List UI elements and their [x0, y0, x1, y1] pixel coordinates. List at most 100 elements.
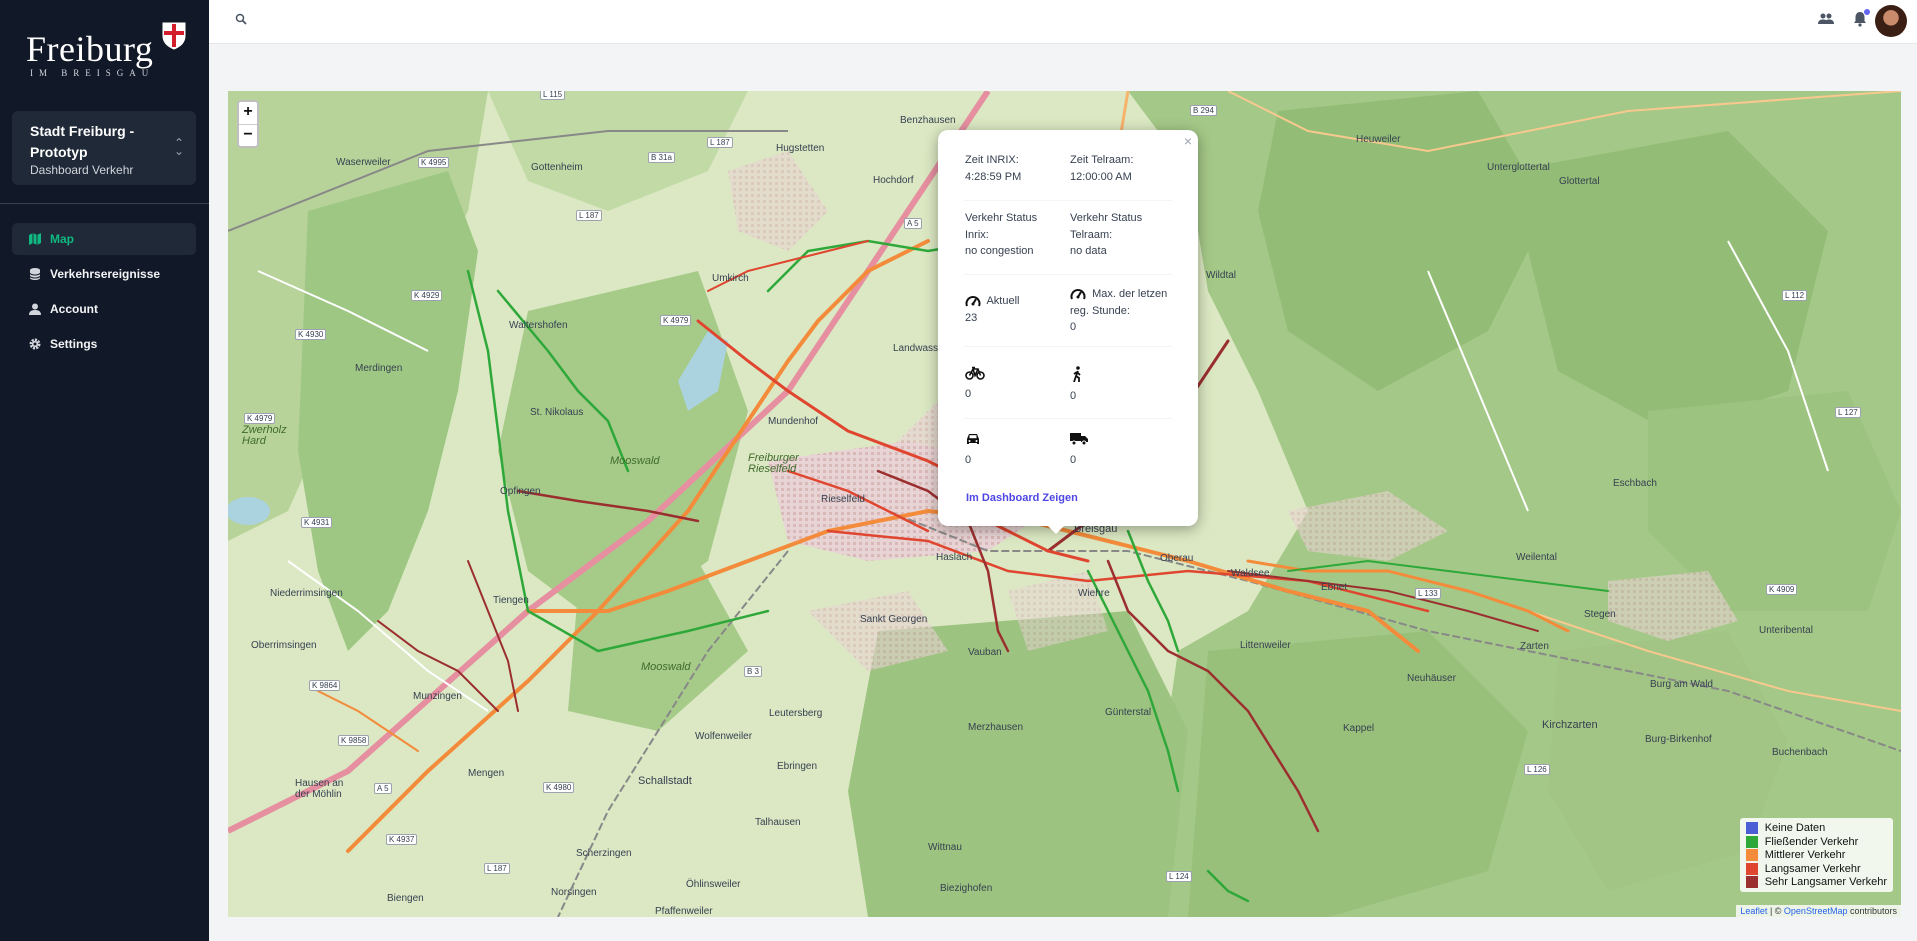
map-label: Stegen — [1584, 609, 1616, 620]
map-label: Unterglottertal — [1487, 162, 1550, 173]
im-dashboard-zeigen-link[interactable]: Im Dashboard Zeigen — [966, 492, 1078, 504]
map-label: Haslach — [936, 552, 973, 563]
road-badge: K 4937 — [386, 834, 418, 845]
aktuell-value: 23 — [965, 311, 978, 324]
chevron-up-down-icon: ⌃ ⌄ — [173, 136, 184, 158]
user-icon — [28, 302, 42, 316]
sidebar-item-label: Map — [50, 232, 74, 246]
road-badge: K 4980 — [543, 782, 575, 793]
map-label: Heuweiler — [1356, 134, 1401, 145]
status-inrix-value: no congestion — [965, 245, 1034, 257]
map-label: Freiburger Rieselfeld — [748, 452, 799, 475]
legend-label: Sehr Langsamer Verkehr — [1764, 876, 1887, 889]
legend-label: Keine Daten — [1764, 822, 1826, 835]
organization-name: Stadt Freiburg - Prototyp — [30, 123, 135, 160]
map-label: Merzhausen — [968, 722, 1024, 733]
map-label: Pfaffenweiler — [655, 906, 713, 917]
car-value: 0 — [965, 453, 972, 466]
popup-divider — [964, 418, 1172, 419]
close-button[interactable]: × — [1184, 133, 1192, 149]
road-badge: L 187 — [576, 210, 602, 221]
map-label: Ebringen — [777, 761, 818, 772]
legend-item: Mittlerer Verkehr — [1745, 849, 1887, 863]
legend-label: Langsamer Verkehr — [1764, 862, 1861, 875]
status-telraam: Verkehr Status Telraam: no data — [1070, 210, 1160, 260]
osm-link[interactable]: OpenStreetMap — [1784, 906, 1848, 916]
legend-label: Fließender Verkehr — [1764, 835, 1859, 848]
max-value: 0 — [1070, 321, 1077, 333]
map-label: Kirchzarten — [1542, 719, 1598, 731]
popup-divider — [964, 200, 1172, 201]
map-label: Rieselfeld — [821, 494, 865, 505]
bike-count: 0 — [965, 366, 985, 402]
max-stunde: Max. der letzen reg. Stunde: 0 — [1070, 286, 1180, 336]
sidebar: Freiburg IM BREISGAU Stadt Freiburg - Pr… — [0, 0, 209, 941]
map-label: Opfingen — [500, 486, 541, 497]
popup-divider — [964, 346, 1172, 347]
leaflet-link[interactable]: Leaflet — [1740, 906, 1767, 916]
map-label: Hugstetten — [776, 143, 825, 154]
map-label: Buchenbach — [1772, 747, 1828, 758]
map-icon — [28, 232, 42, 246]
road-badge: L 112 — [1782, 290, 1808, 301]
road-badge: A 5 — [374, 783, 392, 794]
map-label: Öhlinsweiler — [686, 879, 741, 890]
sidebar-item-settings[interactable]: Settings — [12, 328, 196, 360]
zoom-out-button[interactable]: − — [239, 124, 257, 146]
map-label: Littenweiler — [1240, 640, 1291, 651]
car-count: 0 — [965, 432, 981, 468]
map-attribution: Leaflet | © OpenStreetMap contributors — [1736, 905, 1901, 917]
road-badge: K 9864 — [309, 680, 341, 691]
popup-divider — [964, 274, 1172, 275]
status-inrix-label: Verkehr Status Inrix: — [965, 212, 1038, 241]
road-badge: K 4930 — [295, 329, 327, 340]
map-label: Umkirch — [712, 273, 749, 284]
traffic-popup: × Zeit INRIX: 4:28:59 PM Zeit Telraam: 1… — [938, 130, 1198, 526]
sidebar-item-map[interactable]: Map — [12, 223, 196, 255]
map-label: St. Nikolaus — [530, 407, 584, 418]
map-label: Unteribental — [1759, 625, 1813, 636]
users-icon[interactable] — [1818, 12, 1834, 26]
sidebar-divider — [0, 203, 209, 204]
truck-value: 0 — [1070, 453, 1077, 466]
sidebar-item-account[interactable]: Account — [12, 293, 196, 325]
map-label: Mundenhof — [768, 416, 819, 427]
status-telraam-label: Verkehr Status Telraam: — [1070, 212, 1143, 241]
legend-swatch — [1745, 835, 1758, 848]
popup-tip — [1046, 524, 1066, 534]
freiburg-logo[interactable]: Freiburg IM BREISGAU — [26, 22, 196, 82]
legend-swatch — [1745, 849, 1758, 862]
user-avatar[interactable] — [1875, 5, 1907, 37]
bicycle-icon — [965, 366, 985, 380]
search-icon[interactable] — [235, 13, 247, 25]
organization-switcher[interactable]: Stadt Freiburg - Prototyp Dashboard Verk… — [12, 111, 196, 185]
map-label: Weilental — [1516, 552, 1557, 563]
road-badge: L 133 — [1415, 588, 1441, 599]
legend-swatch — [1745, 876, 1758, 889]
zoom-in-button[interactable]: + — [239, 102, 257, 124]
road-badge: K 4995 — [418, 157, 450, 168]
sidebar-item-label: Verkehrsereignisse — [50, 267, 161, 281]
map-label: Scherzingen — [576, 848, 632, 859]
organization-subtitle: Dashboard Verkehr — [30, 163, 134, 177]
legend-item: Langsamer Verkehr — [1745, 862, 1887, 876]
sidebar-item-verkehrsereignisse[interactable]: Verkehrsereignisse — [12, 258, 196, 290]
road-badge: K 4909 — [1766, 584, 1798, 595]
map-label: Mooswald — [610, 455, 660, 467]
map-label: Hausen an der Möhlin — [295, 778, 344, 800]
map-label: Vauban — [968, 647, 1002, 658]
zeit-telraam: Zeit Telraam: 12:00:00 AM — [1070, 152, 1133, 185]
speedometer-icon — [1070, 289, 1086, 300]
map-label: Talhausen — [755, 817, 801, 828]
sidebar-item-label: Account — [50, 302, 98, 316]
pedestrian-value: 0 — [1070, 389, 1077, 402]
map-label: Biezighofen — [940, 883, 993, 894]
legend-swatch — [1745, 822, 1758, 835]
road-badge: A 5 — [904, 218, 922, 229]
map-label: Leutersberg — [769, 708, 823, 719]
map-label: Biengen — [387, 893, 424, 904]
logo-wordmark: Freiburg — [26, 29, 154, 69]
road-badge: L 124 — [1166, 871, 1192, 882]
notification-badge — [1864, 9, 1870, 15]
map-label: Neuhäuser — [1407, 673, 1456, 684]
